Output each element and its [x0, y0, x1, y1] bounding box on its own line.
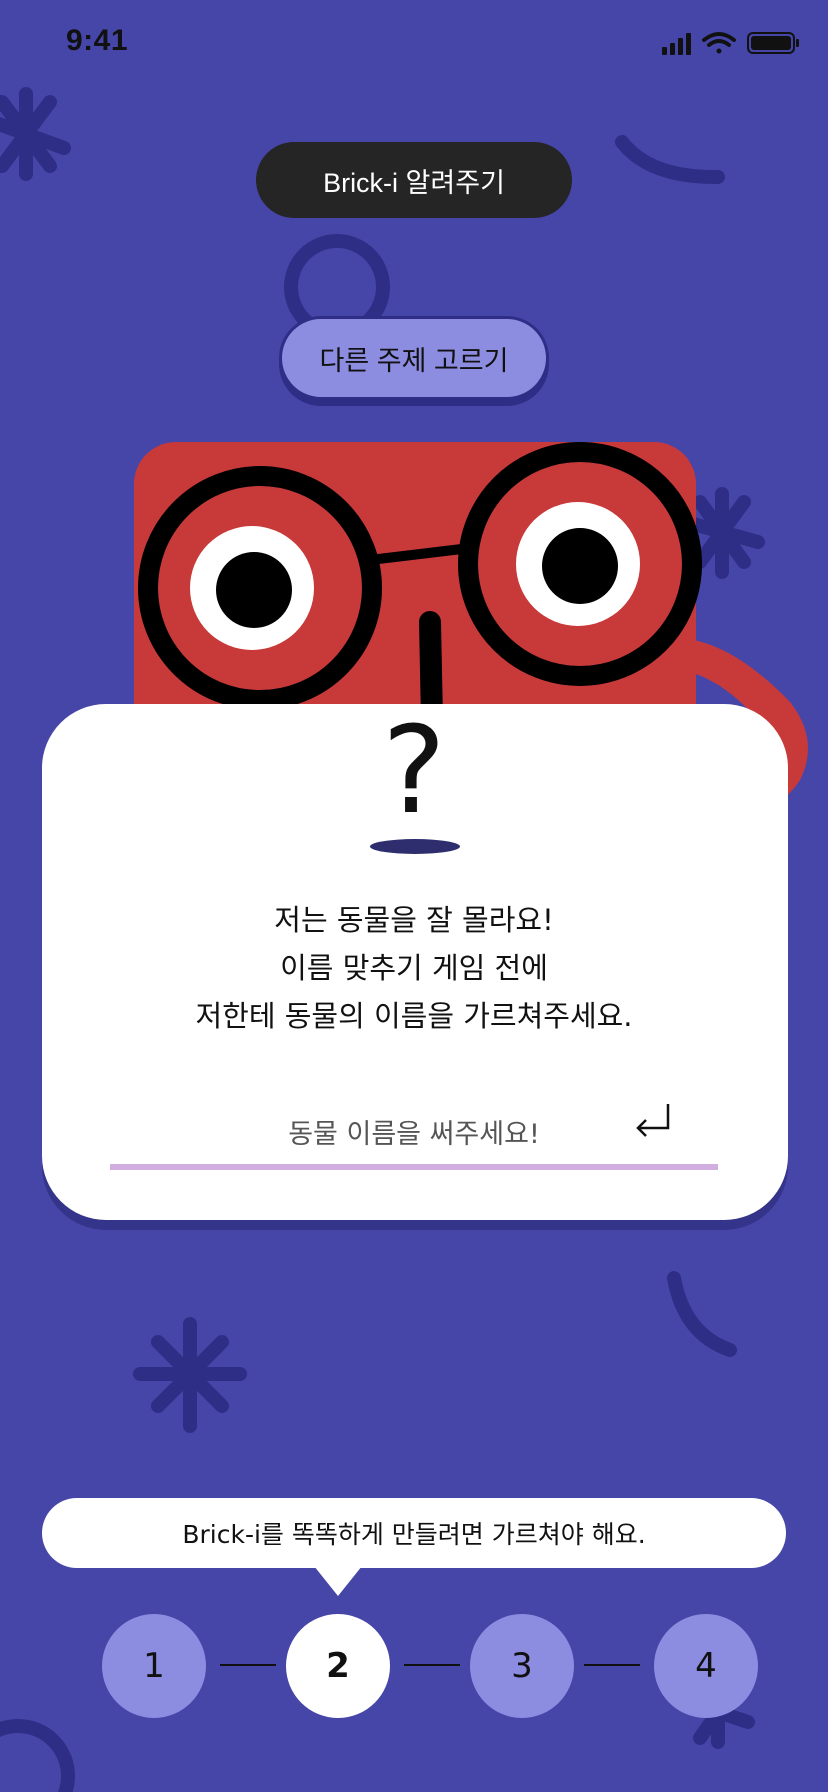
card-message-line: 저는 동물을 잘 몰라요!	[274, 903, 554, 937]
card-message-line: 이름 맞추기 게임 전에	[280, 951, 548, 985]
asterisk-decoration-icon	[0, 87, 71, 181]
return-arrow-icon[interactable]	[632, 1100, 676, 1140]
status-time: 9:41	[66, 24, 129, 57]
mascot-right-eye	[458, 442, 702, 686]
input-underline	[110, 1164, 718, 1170]
step-2-active[interactable]: 2	[286, 1614, 390, 1718]
step-1[interactable]: 1	[102, 1614, 206, 1718]
card-message-line: 저한테 동물의 이름을 가르쳐주세요.	[195, 999, 633, 1033]
asterisk-decoration-icon	[133, 1317, 247, 1433]
status-icons	[662, 32, 799, 55]
animal-name-input[interactable]	[110, 1102, 718, 1166]
hint-bubble-tail	[314, 1566, 362, 1596]
wifi-icon	[702, 32, 736, 54]
question-mark-shadow	[370, 839, 460, 854]
step-connector	[220, 1664, 276, 1666]
step-3[interactable]: 3	[470, 1614, 574, 1718]
choose-other-topic-button[interactable]: 다른 주제 고르기	[279, 316, 549, 400]
step-connector	[584, 1664, 640, 1666]
mascot-left-eye	[138, 466, 382, 710]
ring-decoration-icon	[0, 1719, 75, 1792]
teach-brick-i-button[interactable]: Brick-i 알려주기	[256, 142, 572, 218]
card-message: 저는 동물을 잘 몰라요! 이름 맞추기 게임 전에 저한테 동물의 이름을 가…	[60, 896, 768, 1040]
battery-icon	[747, 32, 799, 54]
question-mark-icon: ?	[382, 702, 446, 841]
arc-decoration-icon	[667, 1271, 737, 1357]
arc-decoration-icon	[615, 135, 725, 185]
step-connector	[404, 1664, 460, 1666]
step-4[interactable]: 4	[654, 1614, 758, 1718]
cellular-signal-icon	[662, 33, 691, 55]
hint-bubble: Brick-i를 똑똑하게 만들려면 가르쳐야 해요.	[42, 1498, 786, 1568]
